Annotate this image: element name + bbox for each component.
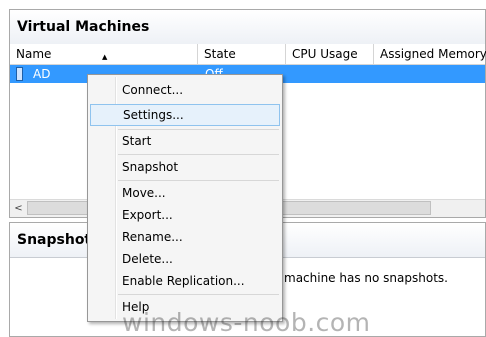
- column-header-cpu-usage-label: CPU Usage: [292, 47, 358, 61]
- virtual-machine-icon: [16, 67, 23, 81]
- menu-separator: [118, 180, 279, 181]
- column-header-name[interactable]: Name ▲: [10, 44, 198, 64]
- menu-item-start[interactable]: Start: [90, 130, 280, 152]
- menu-item-connect[interactable]: Connect...: [90, 79, 280, 101]
- column-header-state[interactable]: State: [198, 44, 286, 64]
- column-header-assigned-memory-label: Assigned Memory: [380, 47, 486, 61]
- scroll-left-arrow-icon[interactable]: <: [10, 200, 27, 217]
- watermark: windows-noob.com: [122, 308, 371, 337]
- menu-item-settings[interactable]: Settings...: [90, 104, 280, 126]
- vm-grid-header: Name ▲ State CPU Usage Assigned Memory: [10, 44, 486, 65]
- column-header-assigned-memory[interactable]: Assigned Memory: [374, 44, 486, 64]
- vm-name-cell: AD: [33, 67, 51, 81]
- context-menu: Connect... Settings... Start Snapshot Mo…: [87, 74, 283, 322]
- menu-item-move[interactable]: Move...: [90, 182, 280, 204]
- sort-ascending-icon: ▲: [102, 53, 108, 61]
- menu-item-rename[interactable]: Rename...: [90, 226, 280, 248]
- menu-item-export[interactable]: Export...: [90, 204, 280, 226]
- menu-item-enable-replication[interactable]: Enable Replication...: [90, 270, 280, 292]
- snapshots-empty-message: machine has no snapshots.: [284, 271, 448, 285]
- virtual-machines-title: Virtual Machines: [10, 10, 485, 45]
- menu-item-delete[interactable]: Delete...: [90, 248, 280, 270]
- column-header-name-label: Name: [16, 47, 52, 61]
- menu-separator: [118, 154, 279, 155]
- menu-separator: [118, 294, 279, 295]
- menu-item-snapshot[interactable]: Snapshot: [90, 156, 280, 178]
- column-header-state-label: State: [204, 47, 236, 61]
- column-header-cpu-usage[interactable]: CPU Usage: [286, 44, 374, 64]
